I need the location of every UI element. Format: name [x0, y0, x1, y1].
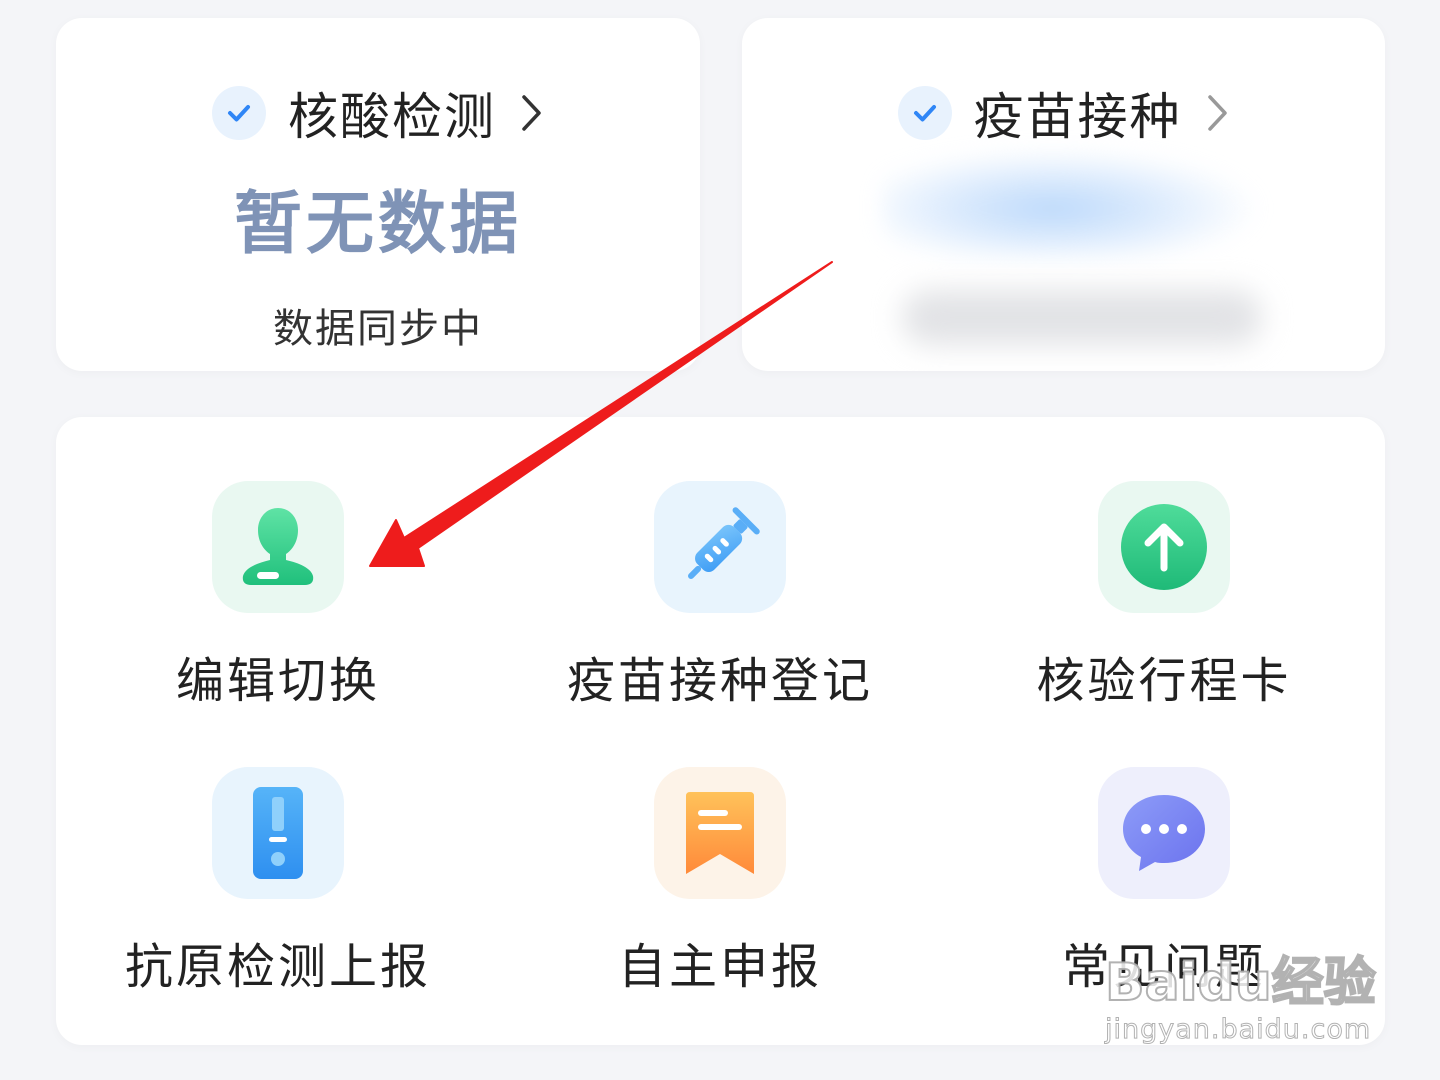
check-icon: [212, 86, 266, 140]
service-label: 自主申报: [617, 939, 822, 995]
services-grid: 编辑切换 疫苗接种登记 核验行程卡 抗原检测上报 自主申报 常见问题: [56, 417, 1385, 1045]
person-icon: [212, 481, 344, 613]
nucleic-acid-test-header[interactable]: 核酸检测: [56, 68, 700, 158]
blurred-vaccine-detail: [902, 290, 1262, 345]
service-antigen-report[interactable]: 抗原检测上报: [58, 767, 498, 997]
service-vaccine-registration[interactable]: 疫苗接种登记: [500, 481, 940, 711]
service-label: 抗原检测上报: [124, 939, 431, 995]
service-self-declaration[interactable]: 自主申报: [500, 767, 940, 997]
sync-status-text: 数据同步中: [273, 306, 483, 352]
service-edit-switch[interactable]: 编辑切换: [58, 481, 498, 711]
vaccination-header[interactable]: 疫苗接种: [742, 68, 1385, 158]
vaccination-title: 疫苗接种: [973, 88, 1182, 146]
chat-bubble-icon: [1098, 767, 1230, 899]
service-faq[interactable]: 常见问题: [944, 767, 1384, 997]
service-label: 疫苗接种登记: [566, 653, 873, 709]
service-label: 常见问题: [1061, 939, 1266, 995]
no-data-text: 暂无数据: [233, 185, 522, 264]
bookmark-icon: [654, 767, 786, 899]
chevron-right-icon: [1206, 93, 1230, 133]
syringe-icon: [654, 481, 786, 613]
chevron-right-icon: [520, 93, 544, 133]
check-icon: [897, 86, 952, 140]
service-label: 编辑切换: [175, 653, 380, 709]
nucleic-acid-test-title: 核酸检测: [288, 88, 496, 146]
service-itinerary-card-check[interactable]: 核验行程卡: [944, 481, 1384, 711]
blurred-vaccine-status: [882, 148, 1262, 258]
nucleic-acid-test-card[interactable]: 核酸检测 暂无数据 数据同步中: [56, 18, 700, 371]
service-label: 核验行程卡: [1036, 653, 1292, 709]
vaccination-card[interactable]: 疫苗接种: [742, 18, 1385, 371]
arrow-up-circle-icon: [1098, 481, 1230, 613]
test-kit-icon: [212, 767, 344, 899]
